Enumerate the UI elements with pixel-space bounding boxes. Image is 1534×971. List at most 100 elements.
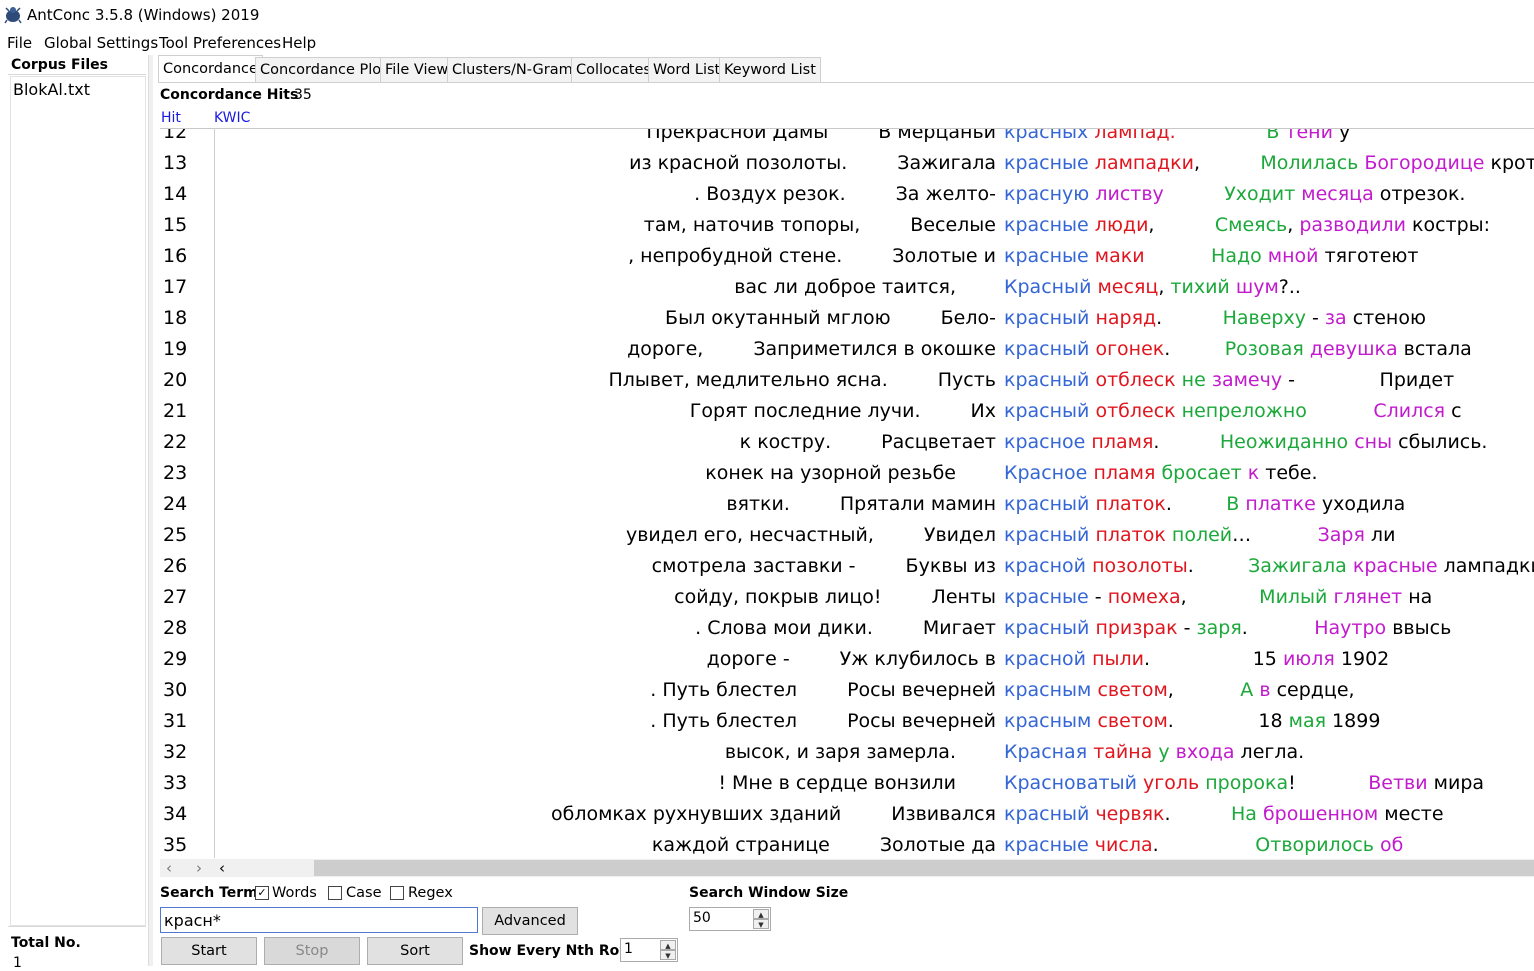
corpus-file-list[interactable] xyxy=(10,76,146,926)
regex-checkbox[interactable] xyxy=(390,886,404,900)
tab-word-list[interactable]: Word List xyxy=(648,57,726,82)
concordance-row[interactable]: 16 , непробудной стене. Золотые и красные м… xyxy=(160,241,1534,272)
divider xyxy=(8,926,146,927)
concordance-results[interactable]: 12 Прекрасной Дамы В мерцаньи красных лампа… xyxy=(160,128,1534,859)
spin-down-icon[interactable]: ▼ xyxy=(660,950,676,960)
concordance-row[interactable]: 27 сойду, покрыв лицо! Ленты красные - поме… xyxy=(160,582,1534,613)
tab-concordance[interactable]: Concordance xyxy=(158,55,263,83)
concordance-row[interactable]: 13 из красной позолоты. Зажигала красные ла… xyxy=(160,148,1534,179)
kwic-and-right-context: красные лампадки, Молилась Богородице кр… xyxy=(1004,152,1534,174)
hit-number: 33 xyxy=(163,772,188,794)
concordance-row[interactable]: 12 Прекрасной Дамы В мерцаньи красных лампа… xyxy=(160,128,1534,148)
advanced-button[interactable]: Advanced xyxy=(482,907,578,935)
corpus-file-item[interactable]: BlokAl.txt xyxy=(13,80,90,99)
hit-number: 15 xyxy=(163,214,188,236)
kwic-and-right-context: красный огонек. Розовая девушка встала xyxy=(1004,338,1472,360)
menu-help[interactable]: Help xyxy=(282,34,316,52)
scrollbar-thumb[interactable] xyxy=(314,860,1534,876)
concordance-row[interactable]: 26 смотрела заставки - Буквы из красной поз… xyxy=(160,551,1534,582)
column-header-kwic[interactable]: KWIC xyxy=(214,110,250,126)
hit-number: 12 xyxy=(163,128,188,143)
concordance-row[interactable]: 23 конек на узорной резьбе Красное пламя б… xyxy=(160,458,1534,489)
left-context: конек на узорной резьбе xyxy=(705,462,956,484)
nth-row-value[interactable]: 1 xyxy=(624,941,633,957)
tab-concordance-plot[interactable]: Concordance Plot xyxy=(255,57,392,82)
kwic-and-right-context: Красный месяц, тихий шум?.. xyxy=(1004,276,1301,298)
kwic-and-right-context: красной пыли. 15 июля 1902 xyxy=(1004,648,1390,670)
case-checkbox-label[interactable]: Case xyxy=(346,885,382,901)
spin-down-icon[interactable]: ▼ xyxy=(753,919,769,929)
concordance-row[interactable]: 28 . Слова мои дики. Мигает красный призрак… xyxy=(160,613,1534,644)
scroll-right-icon[interactable]: › xyxy=(196,859,202,877)
search-term-input[interactable] xyxy=(160,907,478,933)
concordance-row[interactable]: 34 обломках рухнувших зданий Извивался крас… xyxy=(160,799,1534,830)
concordance-row[interactable]: 31 . Путь блестел Росы вечерней красным све… xyxy=(160,706,1534,737)
tab-keyword-list[interactable]: Keyword List xyxy=(719,57,821,82)
concordance-row[interactable]: 25 увидел его, несчастный, Увидел красный п… xyxy=(160,520,1534,551)
hit-number: 30 xyxy=(163,679,188,701)
concordance-row[interactable]: 29 дороге - Уж клубилось в красной пыли. 15… xyxy=(160,644,1534,675)
concordance-hits-count: 35 xyxy=(294,87,312,103)
hit-number: 23 xyxy=(163,462,188,484)
concordance-row[interactable]: 24 вятки. Прятали мамин красный платок. В п… xyxy=(160,489,1534,520)
concordance-row[interactable]: 15 там, наточив топоры, Веселые красные люд… xyxy=(160,210,1534,241)
scroll-left-icon[interactable]: ‹ xyxy=(219,859,225,877)
concordance-row[interactable]: 14 . Воздух резок. За желто-красную листву… xyxy=(160,179,1534,210)
hit-number: 29 xyxy=(163,648,188,670)
hit-number: 19 xyxy=(163,338,188,360)
hit-number: 20 xyxy=(163,369,188,391)
divider xyxy=(214,128,215,858)
hit-number: 21 xyxy=(163,400,188,422)
words-checkbox-label[interactable]: Words xyxy=(272,885,317,901)
concordance-row[interactable]: 20 Плывет, медлительно ясна. Пусть красный … xyxy=(160,365,1534,396)
concordance-row[interactable]: 17 вас ли доброе таится, Красный месяц, ти… xyxy=(160,272,1534,303)
spin-up-icon[interactable]: ▲ xyxy=(753,909,769,919)
concordance-row[interactable]: 30 . Путь блестел Росы вечерней красным све… xyxy=(160,675,1534,706)
tab-file-view[interactable]: File View xyxy=(380,57,454,82)
concordance-row[interactable]: 33 ! Мне в сердце вонзили Красноватый угол… xyxy=(160,768,1534,799)
tab-clusters-ngrams[interactable]: Clusters/N-Grams xyxy=(447,57,586,82)
left-context: обломках рухнувших зданий Извивался xyxy=(550,803,996,825)
column-header-hit[interactable]: Hit xyxy=(161,110,181,126)
concordance-row[interactable]: 32 высок, и заря замерла. Красная тайна у … xyxy=(160,737,1534,768)
left-context: Плывет, медлительно ясна. Пусть xyxy=(608,369,996,391)
concordance-row[interactable]: 35 каждой странице Золотые да красные числа… xyxy=(160,830,1534,859)
kwic-and-right-context: красные - помеха, Милый глянет на xyxy=(1004,586,1433,608)
stop-button[interactable]: Stop xyxy=(264,937,360,965)
menu-file[interactable]: File xyxy=(7,34,32,52)
kwic-and-right-context: красный червяк. На брошенном месте xyxy=(1004,803,1444,825)
tab-collocates[interactable]: Collocates xyxy=(571,57,656,82)
kwic-and-right-context: Красноватый уголь пророка! Ветви мира xyxy=(1004,772,1485,794)
start-button[interactable]: Start xyxy=(161,937,257,965)
search-window-size-value[interactable]: 50 xyxy=(693,910,711,926)
words-checkbox[interactable]: ✓ xyxy=(255,886,269,900)
kwic-and-right-context: красные числа. Отворилось об xyxy=(1004,834,1404,856)
hit-number: 26 xyxy=(163,555,188,577)
concordance-row[interactable]: 21 Горят последние лучи. Их красный отблеск… xyxy=(160,396,1534,427)
menu-tool-preferences[interactable]: Tool Preferences xyxy=(159,34,281,52)
concordance-row[interactable]: 22 к костру. Расцветает красное пламя. Неож… xyxy=(160,427,1534,458)
menu-global-settings[interactable]: Global Settings xyxy=(44,34,158,52)
hit-number: 25 xyxy=(163,524,188,546)
hit-number: 17 xyxy=(163,276,188,298)
panel-splitter[interactable] xyxy=(148,55,153,966)
concordance-row[interactable]: 19 дороге, Заприметился в окошке красный ог… xyxy=(160,334,1534,365)
left-context: дороге, Заприметился в окошке xyxy=(627,338,996,360)
sort-button[interactable]: Sort xyxy=(367,937,463,965)
hit-number: 32 xyxy=(163,741,188,763)
hit-number: 16 xyxy=(163,245,188,267)
kwic-and-right-context: красный наряд. Наверху - за стеною xyxy=(1004,307,1426,329)
hit-number: 28 xyxy=(163,617,188,639)
concordance-row[interactable]: 18 Был окутанный мглою Бело-красный наряд.… xyxy=(160,303,1534,334)
kwic-and-right-context: красные маки Надо мной тяготеют xyxy=(1004,245,1419,267)
case-checkbox[interactable] xyxy=(328,886,342,900)
spin-up-icon[interactable]: ▲ xyxy=(660,940,676,950)
hit-number: 18 xyxy=(163,307,188,329)
kwic-and-right-context: красный призрак - заря. Наутро ввысь xyxy=(1004,617,1452,639)
regex-checkbox-label[interactable]: Regex xyxy=(408,885,453,901)
kwic-and-right-context: красное пламя. Неожиданно сны сбылись. xyxy=(1004,431,1488,453)
left-context: смотрела заставки - Буквы из xyxy=(651,555,996,577)
scroll-left-icon[interactable]: ‹ xyxy=(166,859,172,877)
corpus-files-header: Corpus Files xyxy=(11,57,108,73)
kwic-and-right-context: красный отблеск не замечу - Придет xyxy=(1004,369,1455,391)
